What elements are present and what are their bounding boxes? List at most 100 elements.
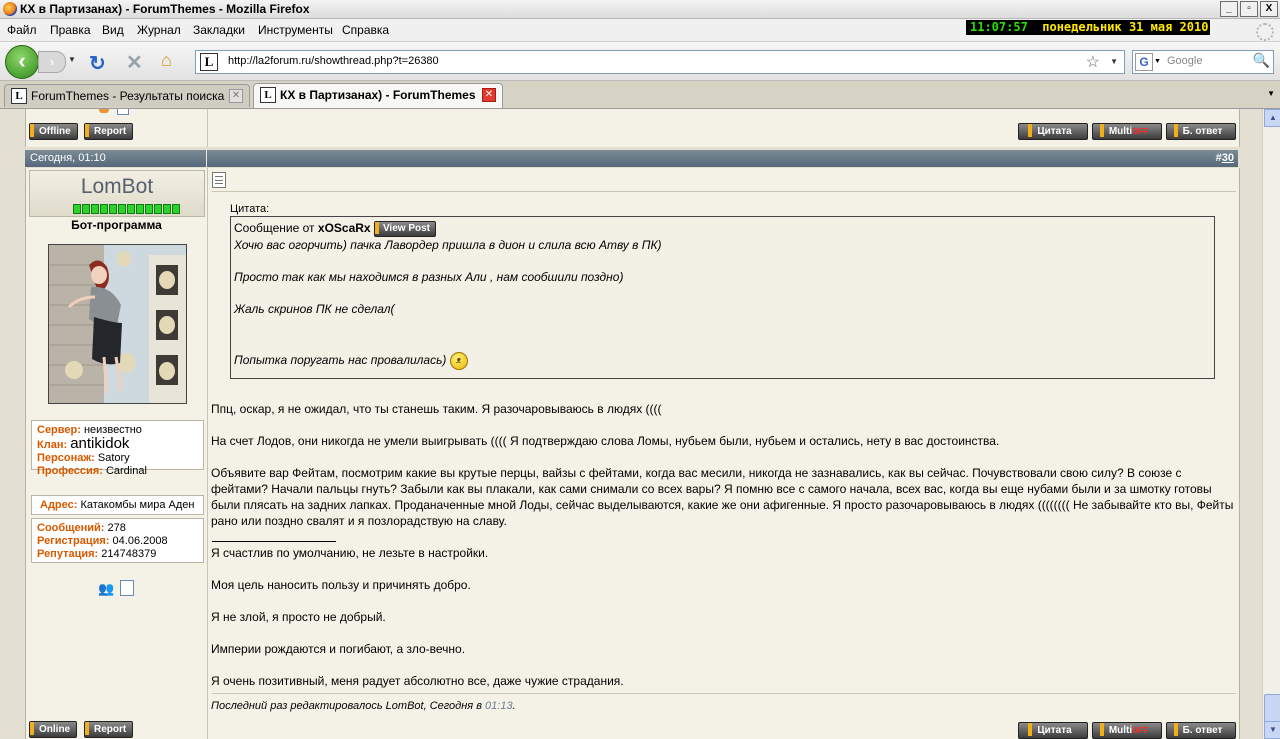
tab-label: КХ в Партизанах) - ForumThemes	[280, 88, 476, 102]
address-label: Адрес:	[40, 499, 78, 511]
tab-close-icon[interactable]: ✕	[482, 88, 496, 102]
menu-file[interactable]: Файл	[7, 23, 37, 37]
signature-line: Империи рождаются и погибают, а зло-вечн…	[211, 642, 466, 656]
url-text[interactable]: http://la2forum.ru/showthread.php?t=2638…	[228, 55, 439, 67]
registration-value: 04.06.2008	[112, 535, 168, 547]
reputation-value: 214748379	[101, 548, 157, 560]
smiley-icon: ᴥ	[449, 352, 468, 370]
profile-icons	[99, 109, 139, 121]
buddy-icon[interactable]: 👥	[98, 581, 114, 597]
multiquote-state: OFF	[1132, 127, 1149, 136]
quote-line: Попытка поругать нас провалилась)	[234, 353, 447, 368]
notes-icon[interactable]	[120, 580, 134, 596]
scroll-thumb[interactable]	[1264, 694, 1280, 724]
menu-edit[interactable]: Правка	[50, 23, 91, 37]
history-dropdown-icon[interactable]: ▼	[68, 55, 76, 64]
online-status-button[interactable]: Online	[29, 721, 78, 738]
tab-close-icon[interactable]: ✕	[229, 89, 243, 103]
multiquote-state: OFF	[1132, 726, 1149, 735]
multiquote-label: Multi	[1108, 725, 1133, 736]
menu-tools[interactable]: Инструменты	[258, 23, 333, 37]
post-container: LomBot Бот-программа Сервер: неизвестно …	[25, 168, 1240, 739]
post-icon	[212, 172, 226, 188]
home-button[interactable]: ⌂	[161, 50, 172, 71]
quote-line: Хочю вас огорчить) пачка Лавордер пришла…	[234, 238, 662, 252]
clan-label: Клан:	[37, 439, 68, 451]
quick-reply-button[interactable]: Б. ответ	[1166, 722, 1236, 739]
signature-separator	[212, 541, 336, 542]
url-dropdown-icon[interactable]: ▼	[1110, 57, 1118, 66]
multiquote-button[interactable]: MultiOFF	[1092, 123, 1162, 140]
scroll-down-icon[interactable]: ▼	[1264, 721, 1280, 739]
users-icon[interactable]	[99, 109, 109, 113]
quick-reply-button[interactable]: Б. ответ	[1166, 123, 1236, 140]
search-input[interactable]: Google	[1167, 55, 1202, 67]
bookmark-star-icon[interactable]: ☆	[1086, 52, 1100, 72]
previous-post-footer: Offline Report Цитата MultiOFF Б. ответ	[25, 109, 1240, 147]
window-controls: _ ▫ X	[1220, 1, 1278, 17]
report-button[interactable]: Report	[84, 123, 134, 140]
tab-current-thread[interactable]: L КХ в Партизанах) - ForumThemes ✕	[253, 83, 503, 108]
post-paragraph: Ппц, оскар, я не ожидал, что ты станешь …	[211, 402, 662, 416]
address-box: Адрес: Катакомбы мира Аден	[31, 495, 204, 515]
post-number: 30	[1221, 152, 1234, 164]
maximize-button[interactable]: ▫	[1240, 1, 1258, 17]
menu-help[interactable]: Справка	[342, 23, 389, 37]
character-label: Персонаж:	[37, 452, 95, 464]
throbber-icon	[1256, 23, 1274, 41]
back-button[interactable]: ‹	[5, 45, 39, 79]
tab-search-results[interactable]: L ForumThemes - Результаты поиска ✕	[4, 84, 250, 107]
quote-line: Просто так как мы находимся в разных Али…	[234, 270, 624, 284]
menu-history[interactable]: Журнал	[137, 23, 181, 37]
quote-button[interactable]: Цитата	[1018, 123, 1088, 140]
clock-date: понедельник 31 мая 2010	[1042, 20, 1209, 34]
google-engine-icon[interactable]: G	[1135, 53, 1153, 71]
tab-favicon-icon: L	[260, 87, 276, 103]
stats-box: Сообщений: 278 Регистрация: 04.06.2008 Р…	[31, 518, 204, 563]
signature-line: Я очень позитивный, меня радует абсолютн…	[211, 674, 624, 688]
user-avatar	[48, 244, 187, 404]
header-divider	[206, 150, 207, 167]
quote-line: Жаль скринов ПК не сделал(	[234, 302, 395, 316]
url-bar[interactable]: L http://la2forum.ru/showthread.php?t=26…	[195, 50, 1125, 74]
quote-header: Сообщение от xOScaRx View Post	[234, 221, 436, 237]
search-box[interactable]: G ▼ Google 🔍	[1132, 50, 1274, 74]
menu-view[interactable]: Вид	[102, 23, 124, 37]
signature-line: Моя цель наносить пользу и причинять доб…	[211, 578, 471, 592]
navigation-toolbar: ‹ › ▼ ↻ ✕ ⌂ L http://la2forum.ru/showthr…	[0, 42, 1280, 81]
report-button[interactable]: Report	[84, 721, 134, 738]
edited-time: 01:13	[485, 700, 513, 712]
site-favicon-icon: L	[200, 53, 218, 71]
stop-button[interactable]: ✕	[126, 50, 143, 75]
post-number-link[interactable]: #30	[1216, 150, 1234, 167]
list-all-tabs-icon[interactable]: ▼	[1267, 89, 1275, 98]
clan-value: antikidok	[70, 435, 130, 452]
offline-status-button[interactable]: Offline	[29, 123, 78, 140]
registration-label: Регистрация:	[37, 535, 110, 547]
reload-button[interactable]: ↻	[89, 51, 106, 76]
edited-prefix: Последний раз редактировалось LomBot, Се…	[211, 700, 482, 712]
multiquote-button[interactable]: MultiOFF	[1092, 722, 1162, 739]
close-window-button[interactable]: X	[1260, 1, 1278, 17]
profession-label: Профессия:	[37, 465, 103, 477]
forward-button[interactable]: ›	[38, 51, 66, 73]
reputation-bar	[73, 204, 180, 214]
page-scrollbar[interactable]: ▲ ▼	[1262, 109, 1280, 739]
view-post-button[interactable]: View Post	[373, 221, 436, 237]
signature-line: Я счастлив по умолчанию, не лезьте в нас…	[211, 546, 489, 560]
notes-icon[interactable]	[117, 109, 129, 115]
posts-label: Сообщений:	[37, 522, 105, 534]
quote-label: Цитата:	[230, 203, 270, 215]
posts-value: 278	[107, 522, 126, 534]
username-link[interactable]: LomBot	[30, 175, 204, 199]
search-magnifier-icon[interactable]: 🔍	[1253, 52, 1270, 69]
quote-button[interactable]: Цитата	[1018, 722, 1088, 739]
post-date: Сегодня, 01:10	[30, 152, 106, 164]
minimize-button[interactable]: _	[1220, 1, 1238, 17]
clock-time: 11:07:57	[970, 20, 1028, 34]
scroll-up-icon[interactable]: ▲	[1264, 109, 1280, 127]
firefox-icon	[3, 2, 17, 16]
menu-bookmarks[interactable]: Закладки	[193, 23, 245, 37]
user-action-icons: 👥	[98, 580, 138, 596]
engine-dropdown-icon[interactable]: ▼	[1154, 58, 1161, 65]
